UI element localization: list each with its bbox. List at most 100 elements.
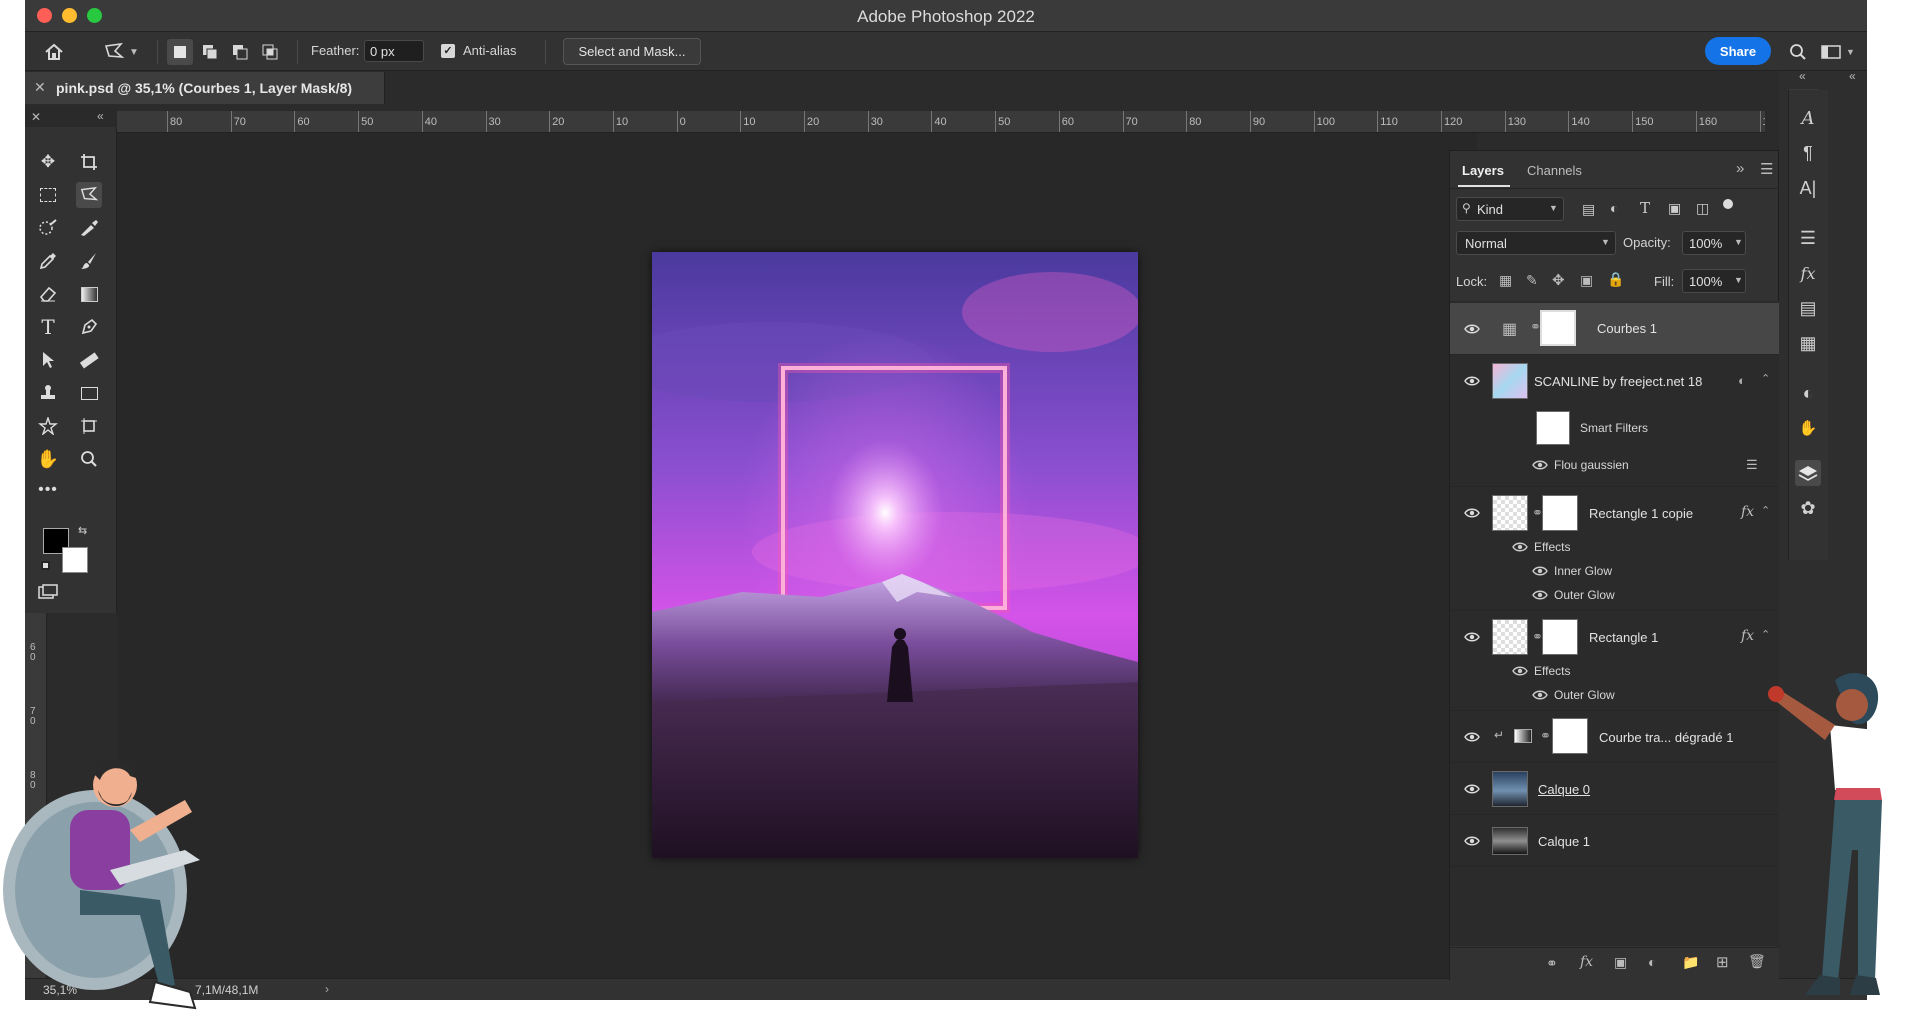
background-color-swatch[interactable] (62, 547, 88, 573)
link-layers-icon[interactable]: ⚭ (1546, 955, 1558, 972)
hand-tool[interactable]: ✋ (35, 446, 61, 472)
opacity-input[interactable]: 100% ▼ (1682, 231, 1746, 255)
swap-colors-icon[interactable]: ⇆ (78, 524, 87, 537)
eyedropper-tool[interactable] (35, 248, 61, 274)
brush-selection-tool[interactable] (76, 215, 102, 241)
effect-name[interactable]: Inner Glow (1554, 564, 1612, 578)
add-mask-icon[interactable]: ▣ (1614, 954, 1627, 971)
puppet-warp-tool[interactable] (35, 413, 61, 439)
brush-tool[interactable] (76, 248, 102, 274)
home-button[interactable] (41, 39, 67, 65)
horizontal-ruler[interactable]: 80 70 60 50 40 30 20 10 0 10 20 30 40 50 60 70 80 90 100 11… (115, 111, 1765, 133)
fill-input[interactable]: 100% ▼ (1682, 269, 1746, 293)
swatches-panel-button[interactable]: ▦ (1795, 330, 1821, 356)
type-tool[interactable]: T (35, 314, 61, 340)
libraries-panel-button[interactable]: ▤ (1795, 295, 1821, 321)
lock-transparent-icon[interactable]: ▦ (1499, 272, 1512, 289)
layer-row-calque-1[interactable]: Calque 1 (1450, 815, 1779, 867)
close-panel-icon[interactable]: ✕ (31, 110, 41, 124)
close-tab-icon[interactable]: ✕ (34, 79, 46, 96)
fx-icon[interactable]: fx (1741, 504, 1754, 520)
layer-mask-thumbnail[interactable] (1540, 310, 1576, 346)
feather-input[interactable]: 0 px (364, 40, 424, 62)
collapse-chevron-icon[interactable]: ⌃ (1761, 372, 1770, 385)
layer-row-rectangle-1[interactable]: ⚭ Rectangle 1 fx ⌃ Effects Outer Glow (1450, 611, 1779, 711)
eye-icon[interactable] (1532, 459, 1548, 471)
paragraph-panel-button[interactable]: ¶ (1795, 140, 1821, 166)
edit-toolbar-button[interactable]: ••• (35, 477, 61, 503)
rectangle-tool[interactable] (76, 380, 102, 406)
search-button[interactable] (1785, 39, 1811, 65)
filter-pixel-icon[interactable]: ▤ (1582, 201, 1595, 218)
gradient-tool[interactable] (76, 281, 102, 307)
eye-icon[interactable] (1464, 631, 1480, 643)
eye-icon[interactable] (1464, 835, 1480, 847)
lock-artboard-icon[interactable]: ▣ (1580, 272, 1593, 289)
fx-icon[interactable]: fx (1741, 628, 1754, 644)
lock-position-icon[interactable]: ✥ (1552, 271, 1565, 289)
styles-panel-button[interactable]: fx (1795, 260, 1821, 286)
eye-icon[interactable] (1512, 541, 1528, 553)
select-and-mask-button[interactable]: Select and Mask... (563, 38, 701, 65)
new-group-icon[interactable]: 📁 (1682, 954, 1699, 971)
layer-row-gradient-map[interactable]: ↵ ⚭ Courbe tra... dégradé 1 (1450, 711, 1779, 763)
document-canvas[interactable] (652, 252, 1138, 858)
path-selection-tool[interactable] (35, 347, 61, 373)
pen-tool[interactable] (76, 314, 102, 340)
filter-adjustment-icon[interactable]: ◐ (1610, 200, 1618, 216)
new-adjustment-layer-icon[interactable]: ◐ (1648, 954, 1656, 970)
lasso-tool[interactable] (76, 182, 102, 208)
eye-icon[interactable] (1532, 565, 1548, 577)
antialias-checkbox[interactable]: ✓ (441, 44, 455, 58)
new-selection-button[interactable] (167, 39, 193, 65)
eye-icon[interactable] (1464, 783, 1480, 795)
collapse-dock-icon[interactable]: « (1849, 69, 1856, 83)
blend-mode-dropdown[interactable]: Normal ▼ (1456, 231, 1616, 255)
stamp-tool[interactable] (35, 380, 61, 406)
channels-panel-button[interactable]: ✿ (1795, 495, 1821, 521)
new-layer-icon[interactable]: ⊞ (1716, 953, 1729, 971)
layer-row-scanline[interactable]: SCANLINE by freeject.net 18 ◐ ⌃ Smart Fi… (1450, 355, 1779, 487)
filter-name[interactable]: Flou gaussien (1554, 458, 1629, 472)
lock-image-icon[interactable]: ✎ (1526, 272, 1538, 289)
add-layer-style-icon[interactable]: fx (1580, 954, 1593, 970)
move-tool[interactable]: ✥ (35, 149, 61, 175)
eye-icon[interactable] (1464, 323, 1480, 335)
intersect-selection-button[interactable] (257, 39, 283, 65)
eraser-tool[interactable] (35, 281, 61, 307)
subtract-from-selection-button[interactable] (227, 39, 253, 65)
tab-channels[interactable]: Channels (1527, 163, 1582, 178)
filter-type-icon[interactable]: T (1640, 199, 1650, 217)
layers-panel-button[interactable] (1795, 460, 1821, 486)
lasso-tool-preset-picker[interactable]: ▼ (100, 39, 142, 65)
lock-all-icon[interactable]: 🔒 (1607, 271, 1624, 288)
panel-menu-icon[interactable]: ☰ (1760, 160, 1773, 178)
eye-icon[interactable] (1512, 665, 1528, 677)
properties-panel-button[interactable]: ☰ (1795, 225, 1821, 251)
effect-name[interactable]: Outer Glow (1554, 588, 1615, 602)
actions-panel-button[interactable]: ✋ (1795, 415, 1821, 441)
filter-smart-object-icon[interactable]: ◫ (1696, 200, 1709, 217)
artboard-tool[interactable] (76, 413, 102, 439)
filter-shape-icon[interactable]: ▣ (1668, 200, 1681, 217)
eye-icon[interactable] (1532, 689, 1548, 701)
share-button[interactable]: Share (1705, 37, 1771, 65)
default-colors-icon[interactable] (41, 561, 50, 570)
collapse-chevron-icon[interactable]: ⌃ (1761, 628, 1770, 641)
crop-tool[interactable] (76, 149, 102, 175)
tab-layers[interactable]: Layers (1462, 163, 1504, 178)
eye-icon[interactable] (1464, 507, 1480, 519)
collapse-panel-icon[interactable]: « (1799, 69, 1806, 83)
filter-toggle[interactable] (1723, 199, 1733, 209)
zoom-tool[interactable] (76, 446, 102, 472)
layer-row-rectangle-1-copie[interactable]: ⚭ Rectangle 1 copie fx ⌃ Effects Inner G… (1450, 487, 1779, 611)
eye-icon[interactable] (1532, 589, 1548, 601)
layer-row-courbes-1[interactable]: ▦ ⚭ Courbes 1 (1450, 303, 1779, 355)
document-tab[interactable]: ✕ pink.psd @ 35,1% (Courbes 1, Layer Mas… (25, 72, 385, 104)
ruler-tool[interactable] (76, 347, 102, 373)
layer-row-calque-0[interactable]: Calque 0 (1450, 763, 1779, 815)
adjustments-panel-button[interactable]: ◐ (1795, 380, 1821, 406)
eye-icon[interactable] (1464, 375, 1480, 387)
layer-filter-dropdown[interactable]: ⚲ Kind ▼ (1456, 197, 1564, 221)
screen-mode-button[interactable] (35, 579, 61, 605)
